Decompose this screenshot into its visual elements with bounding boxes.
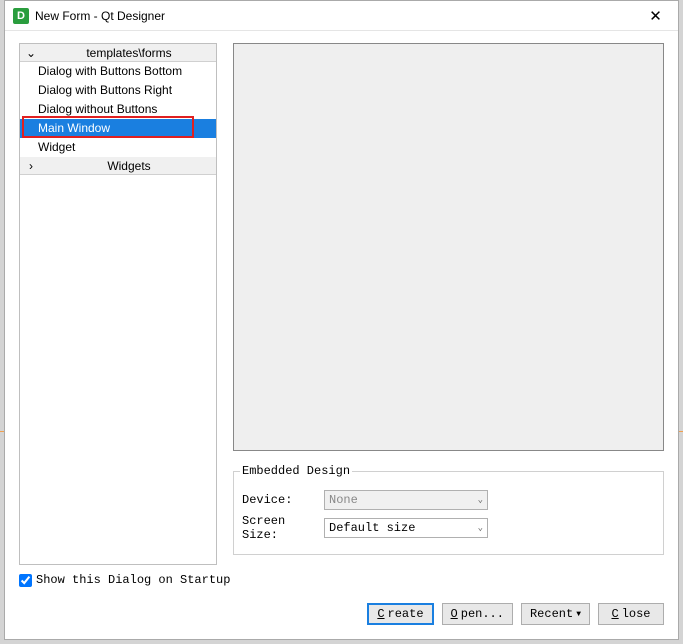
dialog-body: ⌄ templates\forms Dialog with Buttons Bo… xyxy=(5,31,678,565)
tree-item[interactable]: Dialog without Buttons xyxy=(20,100,216,119)
chevron-down-icon: ⌄ xyxy=(478,495,483,505)
show-on-startup-label: Show this Dialog on Startup xyxy=(36,573,230,587)
device-value: None xyxy=(329,493,478,507)
tree-item[interactable]: Main Window xyxy=(20,119,216,138)
screen-size-label: Screen Size: xyxy=(242,514,324,542)
tree-item[interactable]: Dialog with Buttons Right xyxy=(20,81,216,100)
open-button[interactable]: Open... xyxy=(442,603,513,625)
close-button[interactable]: Close xyxy=(598,603,664,625)
device-label: Device: xyxy=(242,493,324,507)
dialog-footer: Show this Dialog on Startup Create Open.… xyxy=(5,565,678,639)
device-row: Device: None ⌄ xyxy=(242,490,655,510)
right-panel: Embedded Design Device: None ⌄ Screen Si… xyxy=(233,43,664,565)
form-preview xyxy=(233,43,664,451)
device-combo[interactable]: None ⌄ xyxy=(324,490,488,510)
tree-item[interactable]: Widget xyxy=(20,138,216,157)
chevron-down-icon: ▼ xyxy=(576,610,581,619)
template-tree: ⌄ templates\forms Dialog with Buttons Bo… xyxy=(19,43,217,565)
app-icon: D xyxy=(13,8,29,24)
embedded-design-group: Embedded Design Device: None ⌄ Screen Si… xyxy=(233,471,664,555)
tree-section-widgets[interactable]: › Widgets xyxy=(20,157,216,175)
chevron-right-icon: › xyxy=(20,159,42,173)
chevron-down-icon: ⌄ xyxy=(478,523,483,533)
screen-size-combo[interactable]: Default size ⌄ xyxy=(324,518,488,538)
window-title: New Form - Qt Designer xyxy=(35,9,633,23)
recent-button[interactable]: Recent▼ xyxy=(521,603,590,625)
tree-section-label: templates\forms xyxy=(42,46,216,60)
screen-size-value: Default size xyxy=(329,521,478,535)
new-form-dialog: D New Form - Qt Designer ✕ ⌄ templates\f… xyxy=(4,0,679,640)
close-icon[interactable]: ✕ xyxy=(633,1,678,31)
tree-section-templates[interactable]: ⌄ templates\forms xyxy=(20,44,216,62)
button-row: Create Open... Recent▼ Close xyxy=(19,603,664,625)
create-button[interactable]: Create xyxy=(367,603,433,625)
chevron-down-icon: ⌄ xyxy=(20,46,42,60)
group-legend: Embedded Design xyxy=(240,464,352,478)
tree-items-templates: Dialog with Buttons Bottom Dialog with B… xyxy=(20,62,216,157)
tree-section-label: Widgets xyxy=(42,159,216,173)
titlebar: D New Form - Qt Designer ✕ xyxy=(5,1,678,31)
show-on-startup-checkbox[interactable]: Show this Dialog on Startup xyxy=(19,573,664,587)
show-on-startup-input[interactable] xyxy=(19,574,32,587)
tree-item[interactable]: Dialog with Buttons Bottom xyxy=(20,62,216,81)
screen-size-row: Screen Size: Default size ⌄ xyxy=(242,514,655,542)
